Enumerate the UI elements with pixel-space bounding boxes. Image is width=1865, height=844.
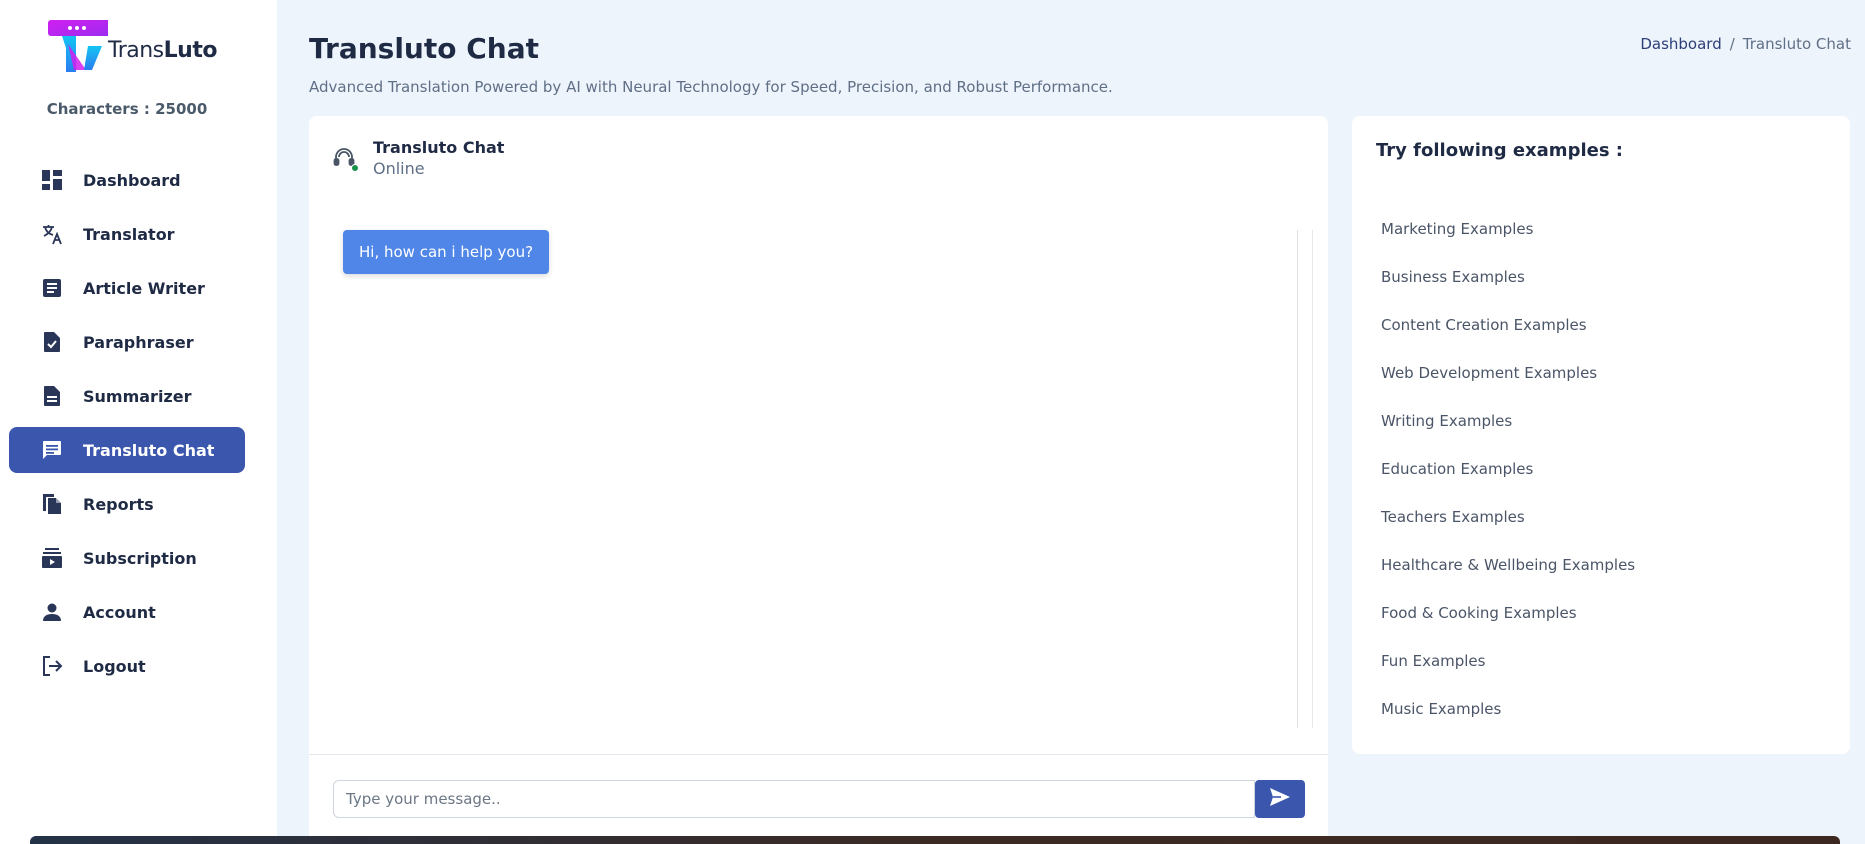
sidebar-item-logout[interactable]: Logout (9, 643, 245, 689)
bottom-edge-strip (30, 836, 1840, 844)
sidebar-item-dashboard[interactable]: Dashboard (9, 157, 245, 203)
sidebar-item-label: Dashboard (83, 170, 181, 190)
brand-logo[interactable]: TransLuto (48, 18, 217, 72)
example-education[interactable]: Education Examples (1381, 460, 1635, 508)
send-icon (1269, 787, 1291, 811)
sidebar-item-label: Translator (83, 224, 175, 244)
sidebar-item-summarizer[interactable]: Summarizer (9, 373, 245, 419)
breadcrumb-current: Transluto Chat (1742, 35, 1851, 53)
characters-count: Characters : 25000 (46, 100, 208, 118)
chat-messages: Hi, how can i help you? (333, 230, 1313, 728)
sidebar-item-reports[interactable]: Reports (9, 481, 245, 527)
bot-message-bubble: Hi, how can i help you? (343, 230, 550, 274)
example-food-cooking[interactable]: Food & Cooking Examples (1381, 604, 1635, 652)
sidebar: TransLuto Characters : 25000 Dashboard T… (0, 0, 277, 844)
subscription-icon (41, 547, 63, 569)
brand-name: TransLuto (108, 37, 217, 63)
article-icon (41, 277, 63, 299)
example-web-development[interactable]: Web Development Examples (1381, 364, 1635, 412)
file-check-icon (41, 331, 63, 353)
chat-name: Transluto Chat (373, 138, 505, 157)
breadcrumb-home-link[interactable]: Dashboard (1640, 35, 1721, 53)
sidebar-item-label: Reports (83, 494, 154, 514)
sidebar-item-label: Article Writer (83, 278, 205, 298)
sidebar-item-article-writer[interactable]: Article Writer (9, 265, 245, 311)
sidebar-item-label: Transluto Chat (83, 440, 215, 460)
example-business[interactable]: Business Examples (1381, 268, 1635, 316)
sidebar-item-paraphraser[interactable]: Paraphraser (9, 319, 245, 365)
sidebar-item-translator[interactable]: Translator (9, 211, 245, 257)
breadcrumb-separator: / (1729, 35, 1735, 53)
sidebar-item-label: Paraphraser (83, 332, 194, 352)
example-fun[interactable]: Fun Examples (1381, 652, 1635, 700)
chat-header: Transluto Chat Online (333, 138, 504, 178)
breadcrumb: Dashboard / Transluto Chat (1640, 35, 1851, 53)
examples-list: Marketing Examples Business Examples Con… (1381, 220, 1635, 748)
example-content-creation[interactable]: Content Creation Examples (1381, 316, 1635, 364)
message-input[interactable] (333, 780, 1255, 818)
dashboard-icon (41, 169, 63, 191)
sidebar-item-account[interactable]: Account (9, 589, 245, 635)
example-writing[interactable]: Writing Examples (1381, 412, 1635, 460)
chat-divider (309, 754, 1328, 755)
chat-panel: Transluto Chat Online Hi, how can i help… (309, 116, 1328, 844)
document-icon (41, 385, 63, 407)
examples-panel: Try following examples : Marketing Examp… (1352, 116, 1850, 754)
sidebar-item-label: Subscription (83, 548, 197, 568)
copy-icon (41, 493, 63, 515)
chat-scrollbar[interactable] (1297, 230, 1313, 728)
example-marketing[interactable]: Marketing Examples (1381, 220, 1635, 268)
sidebar-item-subscription[interactable]: Subscription (9, 535, 245, 581)
translate-icon (41, 223, 63, 245)
example-teachers[interactable]: Teachers Examples (1381, 508, 1635, 556)
example-healthcare[interactable]: Healthcare & Wellbeing Examples (1381, 556, 1635, 604)
example-music[interactable]: Music Examples (1381, 700, 1635, 748)
chat-icon (41, 439, 63, 461)
sidebar-item-label: Account (83, 602, 156, 622)
online-status-dot (351, 164, 359, 172)
chat-status: Online (373, 159, 425, 178)
person-icon (41, 601, 63, 623)
examples-title: Try following examples : (1376, 140, 1624, 161)
sidebar-item-label: Summarizer (83, 386, 192, 406)
sidebar-nav: Dashboard Translator Article Writer Para… (9, 157, 245, 697)
page-title: Transluto Chat (309, 32, 539, 65)
sidebar-item-label: Logout (83, 656, 146, 676)
logout-icon (41, 655, 63, 677)
logo-mark-icon (48, 18, 110, 72)
sidebar-item-transluto-chat[interactable]: Transluto Chat (9, 427, 245, 473)
page-subtitle: Advanced Translation Powered by AI with … (309, 78, 1113, 96)
headset-icon (333, 146, 359, 172)
send-button[interactable] (1255, 780, 1305, 818)
